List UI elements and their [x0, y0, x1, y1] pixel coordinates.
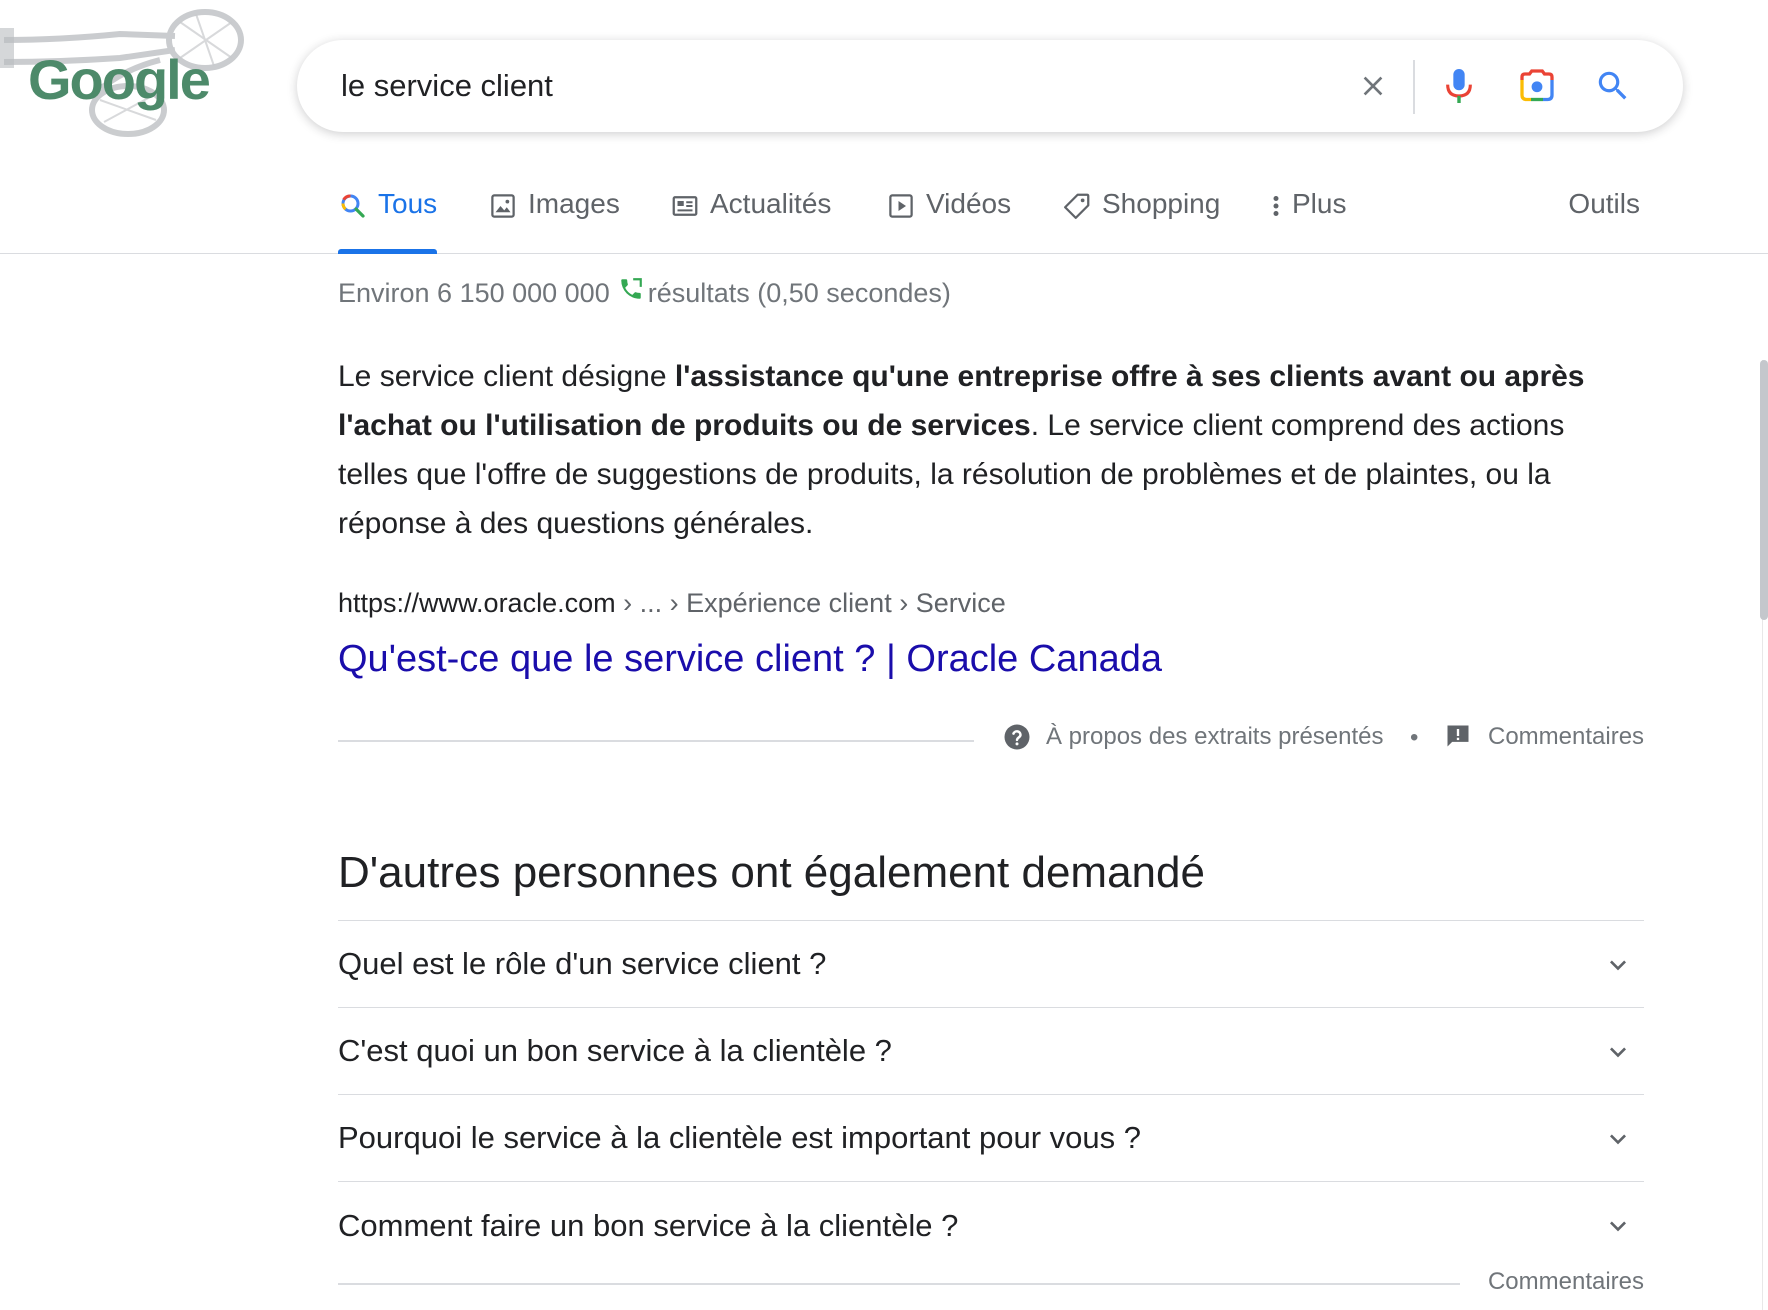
tab-actualites[interactable]: Actualités — [670, 188, 831, 254]
snippet-text-start: Le service client désigne — [338, 360, 675, 393]
about-featured-snippets-button[interactable]: À propos des extraits présentés — [1002, 722, 1384, 752]
google-doodle-logo[interactable]: Google — [0, 0, 248, 140]
people-also-ask-list: Quel est le rôle d'un service client ? C… — [338, 920, 1644, 1269]
result-count: Environ 6 150 000 000 — [338, 278, 610, 308]
tag-icon — [1062, 191, 1092, 221]
tab-label: Plus — [1292, 188, 1347, 219]
chevron-down-icon — [1610, 1047, 1626, 1058]
chevron-down-icon — [1610, 1221, 1626, 1232]
featured-snippet-text: Le service client désigne l'assistance q… — [338, 352, 1638, 548]
tab-label: Actualités — [710, 188, 832, 219]
image-icon — [488, 191, 518, 221]
tab-label: Vidéos — [926, 188, 1012, 219]
question-item[interactable]: C'est quoi un bon service à la clientèle… — [338, 1008, 1644, 1095]
cite-domain: https://www.oracle.com — [338, 588, 616, 618]
feedback-label: Commentaires — [1488, 723, 1645, 750]
result-title-link[interactable]: Qu'est-ce que le service client ? | Orac… — [338, 638, 1162, 681]
more-vert-icon — [1266, 191, 1286, 221]
close-icon[interactable] — [1347, 60, 1399, 112]
divider — [338, 1283, 1460, 1285]
feedback-icon — [1444, 722, 1474, 752]
search-tabs: Tous Images Actualités Vidéos Shopping P… — [0, 170, 1768, 254]
footer-separator: • — [1410, 724, 1419, 751]
feedback-button[interactable]: Commentaires — [1444, 722, 1644, 752]
tab-videos[interactable]: Vidéos — [886, 188, 1011, 254]
header: Google — [0, 0, 1768, 140]
microphone-icon[interactable] — [1433, 60, 1485, 112]
search-divider — [1413, 60, 1415, 114]
tools-button[interactable]: Outils — [1568, 188, 1640, 220]
logo-letters: Google — [28, 48, 211, 111]
question-text: Pourquoi le service à la clientèle est i… — [338, 1120, 1141, 1155]
result-cite[interactable]: https://www.oracle.com › ... › Expérienc… — [338, 588, 1006, 619]
result-stats: Environ 6 150 000 000 résultats (0,50 se… — [338, 276, 951, 309]
question-item[interactable]: Comment faire un bon service à la client… — [338, 1182, 1644, 1269]
search-submit-icon[interactable] — [1587, 60, 1639, 112]
search-icon — [338, 191, 368, 221]
question-text: Comment faire un bon service à la client… — [338, 1207, 959, 1243]
question-item[interactable]: Quel est le rôle d'un service client ? — [338, 921, 1644, 1008]
help-icon — [1002, 722, 1032, 752]
paa-feedback-button[interactable]: Commentaires — [1488, 1268, 1644, 1296]
chevron-down-icon — [1610, 960, 1626, 971]
question-text: C'est quoi un bon service à la clientèle… — [338, 1033, 892, 1068]
search-input[interactable] — [339, 58, 1299, 114]
camera-lens-icon[interactable] — [1511, 60, 1563, 112]
question-item[interactable]: Pourquoi le service à la clientèle est i… — [338, 1095, 1644, 1182]
result-time: résultats (0,50 secondes) — [647, 278, 951, 308]
cite-breadcrumbs: › ... › Expérience client › Service — [615, 588, 1006, 618]
tab-images[interactable]: Images — [488, 188, 620, 254]
question-text: Quel est le rôle d'un service client ? — [338, 946, 827, 981]
divider — [338, 740, 974, 742]
tab-label: Shopping — [1102, 188, 1221, 219]
scrollbar-thumb[interactable] — [1760, 360, 1768, 620]
phone-icon — [618, 276, 644, 302]
tab-tous[interactable]: Tous — [338, 188, 438, 254]
search-results-page: Google le service client Tous Images Act… — [0, 0, 1768, 1310]
video-icon — [886, 191, 916, 221]
logo-wordmark: Google — [28, 52, 211, 108]
chevron-down-icon — [1610, 1134, 1626, 1145]
tab-label: Images — [528, 188, 620, 219]
people-also-ask-heading: D'autres personnes ont également demandé — [338, 848, 1205, 897]
tab-label: Tous — [378, 188, 438, 219]
tab-shopping[interactable]: Shopping — [1062, 188, 1220, 254]
search-box — [297, 40, 1683, 132]
about-label: À propos des extraits présentés — [1046, 723, 1384, 750]
snippet-footer: À propos des extraits présentés • Commen… — [338, 722, 1644, 758]
news-icon — [670, 191, 700, 221]
tab-plus[interactable]: Plus — [1266, 188, 1346, 254]
